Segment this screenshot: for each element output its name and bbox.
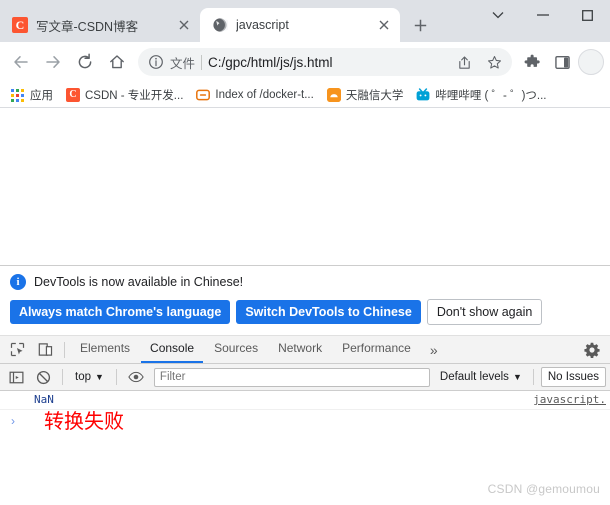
- divider: [64, 341, 65, 358]
- bookmark-label: 哔哩哔哩 ( ゜- ゜)つ...: [435, 89, 547, 102]
- log-levels-selector[interactable]: Default levels ▼: [436, 371, 526, 383]
- url-text: C:/gpc/html/js/js.html: [208, 54, 333, 70]
- forward-button[interactable]: [38, 47, 68, 77]
- close-icon[interactable]: [176, 17, 192, 33]
- reload-button[interactable]: [70, 47, 100, 77]
- gear-icon[interactable]: [578, 338, 606, 362]
- csdn-icon: C: [12, 17, 28, 33]
- bookmark-label: 天融信大学: [345, 89, 404, 102]
- execution-context-label: top: [75, 371, 91, 383]
- always-match-language-button[interactable]: Always match Chrome's language: [10, 300, 231, 324]
- console-toolbar: top ▼ Filter Default levels ▼ No Issues: [0, 364, 610, 391]
- window-controls: [475, 0, 610, 30]
- inspect-element-icon[interactable]: [4, 338, 30, 362]
- tianrongxin-icon: [326, 87, 341, 102]
- minimize-icon[interactable]: [520, 0, 565, 30]
- tab-title: 写文章-CSDN博客: [36, 19, 139, 34]
- dont-show-again-button[interactable]: Don't show again: [426, 299, 543, 325]
- side-panel-icon[interactable]: [548, 48, 576, 76]
- bookmark-bilibili[interactable]: 哔哩哔哩 ( ゜- ゜)つ...: [411, 85, 551, 105]
- console-message-text: NaN: [34, 393, 54, 406]
- star-icon[interactable]: [482, 50, 506, 74]
- home-button[interactable]: [102, 47, 132, 77]
- filter-placeholder: Filter: [159, 371, 186, 383]
- console-message-source-link[interactable]: javascript.: [533, 393, 606, 406]
- bookmark-label: 应用: [30, 89, 53, 102]
- live-expression-eye-icon[interactable]: [124, 366, 148, 388]
- watermark: CSDN @gemoumou: [487, 482, 600, 496]
- profile-avatar[interactable]: [578, 49, 604, 75]
- bookmark-label: CSDN - 专业开发...: [85, 89, 184, 102]
- browser-window: C 写文章-CSDN博客 javascript 文件 C:/gpc/html/j…: [0, 0, 610, 505]
- page-error-text: 转换失败: [44, 411, 124, 433]
- maximize-icon[interactable]: [565, 0, 610, 30]
- omnibox-divider: [201, 54, 203, 70]
- console-output[interactable]: NaN javascript. › 转换失败 CSDN @gemoumou: [0, 391, 610, 505]
- bookmarks-bar: 应用 C CSDN - 专业开发... Index of /docker-t..…: [0, 82, 610, 108]
- console-message-row[interactable]: NaN javascript.: [0, 391, 610, 410]
- divider: [115, 369, 117, 385]
- tab-elements[interactable]: Elements: [71, 336, 139, 363]
- browser-tab-1[interactable]: javascript: [200, 8, 400, 42]
- new-tab-button[interactable]: [406, 11, 434, 39]
- tab-performance[interactable]: Performance: [333, 336, 420, 363]
- tab-search-chevron-down-icon[interactable]: [475, 0, 520, 30]
- divider: [532, 369, 534, 385]
- tab-sources[interactable]: Sources: [205, 336, 267, 363]
- info-icon: i: [10, 274, 26, 290]
- tab-title: javascript: [236, 18, 289, 32]
- close-icon[interactable]: [376, 17, 392, 33]
- console-sidebar-icon[interactable]: [4, 366, 28, 388]
- execution-context-selector[interactable]: top ▼: [70, 371, 109, 383]
- clear-console-icon[interactable]: [31, 366, 55, 388]
- devtools-language-banner: i DevTools is now available in Chinese! …: [0, 266, 610, 336]
- chevron-down-icon: ▼: [95, 372, 104, 382]
- address-bar[interactable]: 文件 C:/gpc/html/js/js.html: [138, 48, 512, 76]
- more-tabs-icon[interactable]: »: [422, 342, 446, 358]
- switch-devtools-to-chinese-button[interactable]: Switch DevTools to Chinese: [236, 300, 421, 324]
- page-viewport: [0, 108, 610, 265]
- tab-strip: C 写文章-CSDN博客 javascript: [0, 0, 610, 42]
- back-button[interactable]: [6, 47, 36, 77]
- bookmark-docker-index[interactable]: Index of /docker-t...: [191, 86, 318, 104]
- globe-icon: [212, 17, 228, 33]
- bookmark-label: Index of /docker-t...: [215, 88, 314, 101]
- chevron-down-icon: ▼: [512, 372, 522, 382]
- share-icon[interactable]: [452, 50, 476, 74]
- browser-tab-0[interactable]: C 写文章-CSDN博客: [0, 8, 200, 42]
- issues-status-button[interactable]: No Issues: [540, 367, 606, 387]
- docker-index-icon: [196, 88, 211, 102]
- browser-toolbar: 文件 C:/gpc/html/js/js.html: [0, 42, 610, 82]
- bookmark-apps[interactable]: 应用: [6, 85, 58, 105]
- puzzle-icon[interactable]: [518, 48, 546, 76]
- info-icon[interactable]: [148, 54, 164, 70]
- url-scheme-label: 文件: [170, 56, 196, 71]
- divider: [62, 369, 63, 385]
- log-levels-label: Default levels: [439, 371, 509, 383]
- csdn-icon: C: [66, 87, 80, 102]
- bookmark-tianrongxin[interactable]: 天融信大学: [322, 85, 409, 105]
- tab-console[interactable]: Console: [141, 336, 204, 363]
- device-toolbar-icon[interactable]: [32, 338, 58, 362]
- devtools-panel: i DevTools is now available in Chinese! …: [0, 265, 610, 505]
- issues-label: No Issues: [547, 371, 599, 383]
- devtools-tab-bar: Elements Console Sources Network Perform…: [0, 336, 610, 364]
- bookmark-csdn[interactable]: C CSDN - 专业开发...: [61, 85, 188, 105]
- tab-network[interactable]: Network: [269, 336, 331, 363]
- apps-grid-icon: [11, 88, 25, 102]
- filter-input[interactable]: Filter: [153, 367, 430, 387]
- banner-message: DevTools is now available in Chinese!: [34, 275, 244, 289]
- bilibili-icon: [416, 87, 430, 102]
